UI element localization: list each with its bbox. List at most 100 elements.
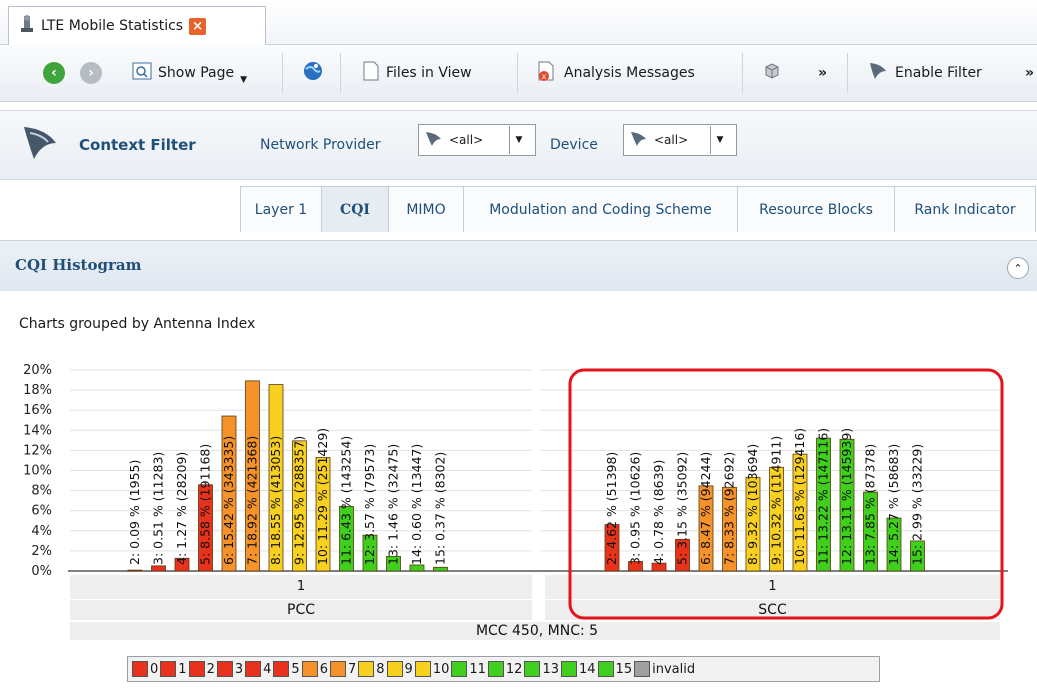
legend-label: 14 [579, 661, 596, 677]
y-tick-label: 6% [31, 504, 52, 519]
bar-data-label: 11: 13.22 % (147116) [816, 428, 831, 565]
bar-data-label: 10: 11.29 % (251429) [315, 428, 330, 565]
legend-label: 3 [234, 661, 244, 677]
bar-data-label: 7: 18.92 % (421368) [245, 436, 260, 565]
legend-swatch [487, 661, 504, 677]
dropdown-arrow-icon[interactable]: ▼ [240, 75, 247, 85]
analysis-messages-button[interactable]: x Analysis Messages [536, 59, 695, 87]
network-provider-label: Network Provider [260, 137, 381, 153]
tab-mimo[interactable]: MIMO [388, 186, 464, 232]
x-tick-label: 1 [297, 579, 305, 594]
bar-data-label: 13: 1.46 % (32475) [386, 444, 401, 565]
network-provider-select[interactable]: <all> ▼ [418, 124, 536, 156]
bar-data-label: 3: 0.95 % (10626) [628, 452, 643, 565]
tab-layer-1[interactable]: Layer 1 [240, 186, 322, 232]
legend-swatch [273, 661, 290, 677]
back-button[interactable]: ‹ [43, 59, 65, 87]
legend-item: 9 [386, 661, 413, 677]
tab-cqi[interactable]: CQI [321, 186, 389, 232]
show-page-label: Show Page [158, 65, 235, 81]
legend-swatch [301, 661, 318, 677]
device-value: <all> [654, 133, 689, 147]
legend-swatch [524, 661, 541, 677]
filter-funnel-icon [425, 131, 443, 150]
legend-swatch [561, 661, 577, 677]
bar-data-label: 8: 18.55 % (413053) [268, 436, 283, 565]
legend-swatch [216, 661, 233, 677]
device-select[interactable]: <all> ▼ [623, 124, 737, 156]
3d-view-button[interactable] [762, 59, 782, 87]
enable-filter-button[interactable]: Enable Filter [867, 59, 982, 87]
bar-data-label: 6: 8.47 % (94244) [698, 452, 713, 565]
context-filter-title: Context Filter [79, 136, 196, 154]
bar [433, 566, 448, 572]
toolbar-separator [340, 53, 341, 93]
legend-item: 14 [561, 661, 596, 677]
device-dropdown-arrow-icon[interactable]: ▼ [710, 126, 729, 154]
y-tick-label: 8% [31, 484, 52, 499]
legend-label: invalid [652, 661, 696, 677]
forward-button[interactable]: › [80, 59, 102, 87]
bar-data-label: 5: 8.58 % (191168) [198, 444, 213, 565]
legend-label: 2 [206, 661, 215, 677]
network-provider-value: <all> [449, 133, 484, 147]
x-tick-label: 1 [768, 579, 776, 594]
bar-data-label: 2: 0.09 % (1955) [127, 460, 142, 565]
y-tick-label: 16% [23, 403, 52, 418]
overflow-chevron-icon[interactable]: » [818, 59, 827, 87]
legend-swatch [358, 661, 375, 677]
panel-title: CQI Histogram [15, 256, 142, 274]
legend-swatch [329, 661, 346, 677]
tab-resource-blocks[interactable]: Resource Blocks [737, 186, 895, 232]
tab-modulation-coding-scheme[interactable]: Modulation and Coding Scheme [463, 186, 738, 232]
files-in-view-button[interactable]: Files in View [362, 59, 472, 87]
bar-data-label: 4: 1.27 % (28209) [174, 452, 189, 565]
bar-data-label: 11: 6.43 % (143254) [339, 436, 354, 565]
close-tab-icon[interactable]: × [189, 17, 207, 35]
globe-icon [302, 60, 324, 86]
y-tick-label: 20% [23, 363, 52, 378]
legend-label: 7 [347, 661, 357, 677]
bar [127, 569, 143, 572]
chart-footer-label: MCC 450, MNC: 5 [476, 623, 598, 639]
legend-label: 5 [291, 661, 300, 677]
legend-swatch [597, 661, 614, 677]
toolbar-separator [282, 53, 283, 93]
chart-grouping-caption: Charts grouped by Antenna Index [19, 316, 256, 332]
back-arrow-icon: ‹ [43, 62, 65, 84]
document-tab[interactable]: LTE Mobile Statistics × [8, 6, 266, 45]
bar-data-label: 6: 15.42 % (343335) [221, 436, 236, 565]
bar-data-label: 2: 4.62 % (51398) [604, 452, 619, 565]
legend-label: 6 [319, 661, 328, 677]
filter-funnel-icon [867, 60, 889, 86]
forward-arrow-icon: › [80, 62, 102, 84]
bar-data-label: 12: 3.57 % (79573) [362, 444, 377, 565]
context-filter-icon [20, 123, 60, 167]
legend-swatch [188, 661, 205, 677]
y-tick-label: 2% [31, 544, 52, 559]
legend-label: 12 [505, 661, 523, 677]
legend-item: 13 [524, 661, 559, 677]
device-label: Device [550, 137, 598, 153]
toolbar-separator [847, 53, 848, 93]
enable-filter-label: Enable Filter [895, 65, 982, 81]
legend-item: 3 [216, 661, 244, 677]
network-provider-dropdown-arrow-icon[interactable]: ▼ [509, 126, 528, 154]
bar-data-label: 12: 13.11 % (145939) [839, 428, 854, 565]
statistics-subtabs: Layer 1 CQI MIMO Modulation and Coding S… [0, 186, 1037, 232]
legend-swatch [386, 661, 403, 677]
legend-item: 5 [273, 661, 300, 677]
legend-swatch [451, 661, 468, 677]
legend-swatch [634, 661, 651, 677]
legend-label: 4 [263, 661, 272, 677]
tab-rank-indicator[interactable]: Rank Indicator [894, 186, 1036, 232]
legend-item: 8 [358, 661, 385, 677]
context-filter-bar: Context Filter Network Provider <all> ▼ … [0, 110, 1037, 180]
show-page-button[interactable]: Show Page ▼ [132, 59, 247, 87]
legend-item: 15 [597, 661, 632, 677]
analysis-error-icon: x [536, 60, 558, 86]
globe-button[interactable] [302, 59, 324, 87]
y-tick-label: 4% [31, 524, 52, 539]
overflow-chevron-icon-2[interactable]: » [1025, 59, 1034, 87]
collapse-chevron-icon[interactable]: ⌃ [1007, 257, 1029, 279]
